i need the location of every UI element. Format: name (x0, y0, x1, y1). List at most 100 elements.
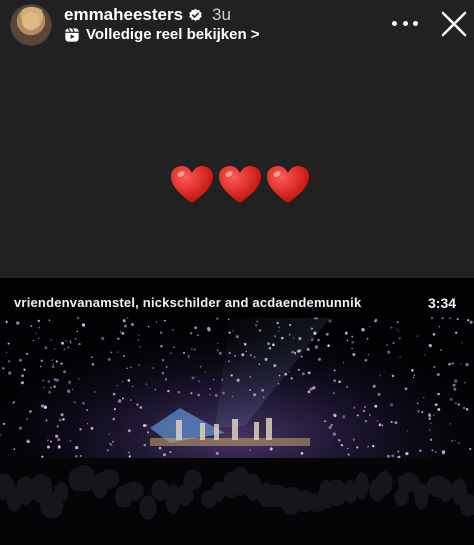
crowd-light (53, 348, 56, 350)
crowd-light (253, 356, 256, 359)
crowd-light (293, 352, 297, 355)
crowd-light (366, 337, 369, 340)
crowd-light (245, 350, 247, 352)
crowd-light (300, 452, 304, 455)
crowd-light (77, 377, 80, 380)
crowd-light (278, 326, 280, 329)
concert-video-thumbnail (0, 278, 474, 545)
crowd-light (2, 367, 5, 370)
profile-avatar[interactable] (10, 4, 52, 46)
crowd-light (290, 377, 293, 380)
crowd-light (130, 399, 132, 401)
crowd-light (437, 408, 441, 411)
crowd-light (291, 350, 295, 354)
crowd-light (60, 362, 63, 365)
crowd-light (90, 427, 94, 430)
crowd-light (164, 378, 167, 381)
crowd-light (212, 378, 215, 381)
crowd-light (66, 389, 71, 393)
crowd-light (379, 375, 382, 377)
username-link[interactable]: emmaheesters (64, 5, 183, 25)
crowd-light (126, 317, 129, 319)
crowd-light (67, 380, 72, 384)
crowd-light (451, 439, 454, 443)
crowd-light (332, 413, 337, 417)
crowd-light (162, 453, 166, 457)
crowd-light (161, 358, 165, 362)
shared-reel-preview[interactable]: vriendenvanamstel, nickschilder and acda… (0, 278, 474, 545)
crowd-light (313, 331, 317, 335)
crowd-light (228, 352, 231, 355)
crowd-light (467, 319, 470, 322)
crowd-light (71, 388, 74, 391)
crowd-light (433, 365, 436, 369)
crowd-light (209, 388, 211, 390)
crowd-light (121, 380, 124, 383)
crowd-light (109, 442, 112, 446)
crowd-light (60, 413, 64, 417)
heart-stickers (170, 165, 310, 209)
crowd-light (396, 321, 399, 324)
crowd-light (368, 414, 371, 416)
crowd-light (139, 346, 141, 348)
crowd-light (276, 321, 279, 325)
more-options-icon[interactable] (392, 13, 418, 33)
crowd-light (307, 390, 311, 394)
crowd-light (438, 326, 440, 328)
crowd-light (183, 352, 185, 354)
crowd-light (433, 414, 435, 416)
crowd-light (63, 348, 66, 351)
crowd-light (152, 367, 155, 369)
crowd-silhouette (183, 469, 203, 490)
crowd-light (138, 334, 140, 337)
crowd-light (449, 397, 453, 401)
crowd-light (431, 449, 434, 452)
crowd-light (39, 365, 42, 368)
crowd-light (146, 431, 150, 434)
crowd-light (40, 359, 43, 362)
crowd-light (351, 347, 353, 350)
crowd-light (338, 439, 341, 442)
crowd-light (328, 425, 332, 430)
crowd-light (51, 359, 54, 361)
crowd-light (164, 319, 166, 322)
crowd-light (361, 328, 365, 332)
crowd-light (280, 336, 284, 340)
crowd-light (378, 423, 382, 427)
crowd-light (367, 446, 369, 448)
crowd-light (116, 351, 119, 353)
crowd-light (107, 357, 111, 361)
crowd-light (124, 324, 127, 328)
crowd-light (424, 354, 426, 356)
crowd-light (69, 342, 72, 344)
crowd-light (53, 385, 56, 388)
crowd-light (45, 419, 48, 422)
crowd-light (79, 428, 82, 431)
crowd-light (278, 374, 281, 377)
close-icon[interactable] (438, 8, 470, 40)
crowd-light (74, 338, 77, 340)
crowd-light (126, 367, 128, 369)
crowd-light (0, 434, 2, 436)
crowd-light (278, 330, 280, 332)
crowd-light (57, 438, 61, 442)
crowd-light (158, 446, 162, 450)
crowd-light (273, 335, 277, 338)
view-full-reel-link[interactable]: Volledige reel bekijken > (86, 26, 260, 43)
crowd-light (386, 454, 390, 458)
post-time: 3u (212, 5, 231, 24)
crowd-light (167, 389, 170, 393)
crowd-light (218, 351, 222, 355)
crowd-light (143, 443, 147, 447)
crowd-light (292, 337, 295, 339)
crowd-light (465, 362, 469, 367)
crowd-light (376, 420, 378, 422)
crowd-light (284, 372, 288, 376)
crowd-light (19, 358, 22, 362)
crowd-light (269, 447, 273, 451)
crowd-light (396, 328, 398, 330)
crowd-light (448, 362, 451, 366)
crowd-light (364, 358, 368, 362)
crowd-light (50, 339, 52, 341)
crowd-light (340, 444, 344, 447)
